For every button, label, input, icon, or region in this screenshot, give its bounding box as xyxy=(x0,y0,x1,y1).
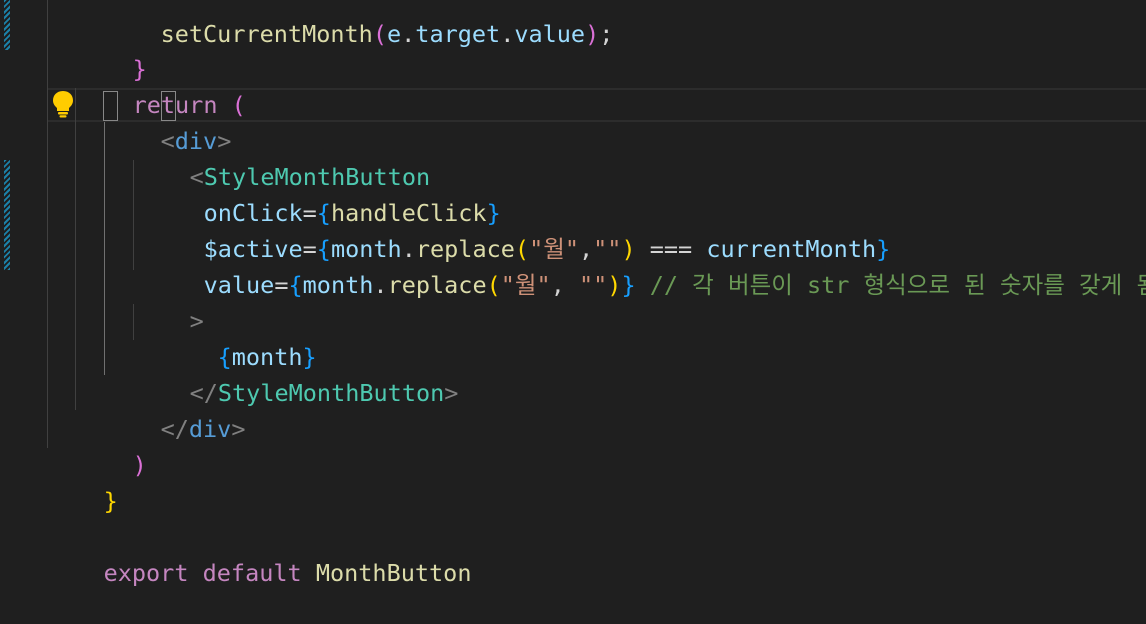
code-token: default xyxy=(202,559,302,587)
code-token: ; xyxy=(599,20,614,48)
code-token: ( xyxy=(372,20,387,48)
code-token: } xyxy=(621,271,636,299)
code-token: ) xyxy=(607,271,622,299)
lightbulb-icon[interactable] xyxy=(50,90,76,118)
code-token: value xyxy=(203,271,275,299)
gutter-modified-marker xyxy=(4,160,10,270)
code-line: } xyxy=(76,15,147,83)
code-token: value xyxy=(514,20,586,48)
code-token: ( xyxy=(486,271,501,299)
code-token: ) xyxy=(585,20,600,48)
code-token: { xyxy=(288,271,303,299)
code-line: </div> xyxy=(104,375,246,443)
code-line: value={month.replace("월", "")} // 각 버튼이 … xyxy=(147,231,1146,299)
code-token: = xyxy=(274,271,289,299)
code-token: ) xyxy=(132,451,147,479)
code-line: export default MonthButton xyxy=(47,519,472,587)
code-token: div xyxy=(188,415,232,443)
code-token: </ xyxy=(160,415,189,443)
code-token: . xyxy=(373,271,388,299)
indent-guide xyxy=(47,0,48,448)
code-token: ( xyxy=(231,91,246,119)
code-token: StyleMonthButton xyxy=(217,379,445,407)
code-line: ) xyxy=(76,411,147,479)
code-token: target xyxy=(415,20,501,48)
code-line: onClick={handleClick} xyxy=(147,159,501,227)
code-token: > xyxy=(231,415,246,443)
code-token: , xyxy=(550,271,579,299)
code-line: > xyxy=(133,267,204,335)
code-line: return ( xyxy=(76,51,246,119)
code-token: month xyxy=(302,271,374,299)
code-token: . xyxy=(500,20,515,48)
code-token: } xyxy=(103,487,118,515)
code-line: </StyleMonthButton> xyxy=(133,339,459,407)
code-token: MonthButton xyxy=(315,559,472,587)
code-token: "월" xyxy=(500,271,551,299)
code-token: export xyxy=(103,559,189,587)
code-line: <div> xyxy=(104,87,232,155)
code-token: . xyxy=(401,20,416,48)
code-line: $active={month.replace("월","") === curre… xyxy=(147,195,891,263)
code-token: > xyxy=(444,379,459,407)
code-token: replace xyxy=(387,271,487,299)
code-token: "" xyxy=(578,271,608,299)
code-comment: // 각 버튼이 str 형식으로 된 숫자를 갖게 됨 xyxy=(635,271,1146,299)
code-line: setCurrentMonth(e.target.value); xyxy=(104,0,614,48)
code-line: } xyxy=(47,447,118,515)
code-editor[interactable]: setCurrentMonth(e.target.value); } retur… xyxy=(0,0,1146,624)
gutter-modified-marker xyxy=(4,0,10,50)
code-line: {month} xyxy=(161,303,317,371)
code-line: <StyleMonthButton xyxy=(133,123,431,191)
code-token: setCurrentMonth xyxy=(160,20,373,48)
code-token: e xyxy=(386,20,402,48)
